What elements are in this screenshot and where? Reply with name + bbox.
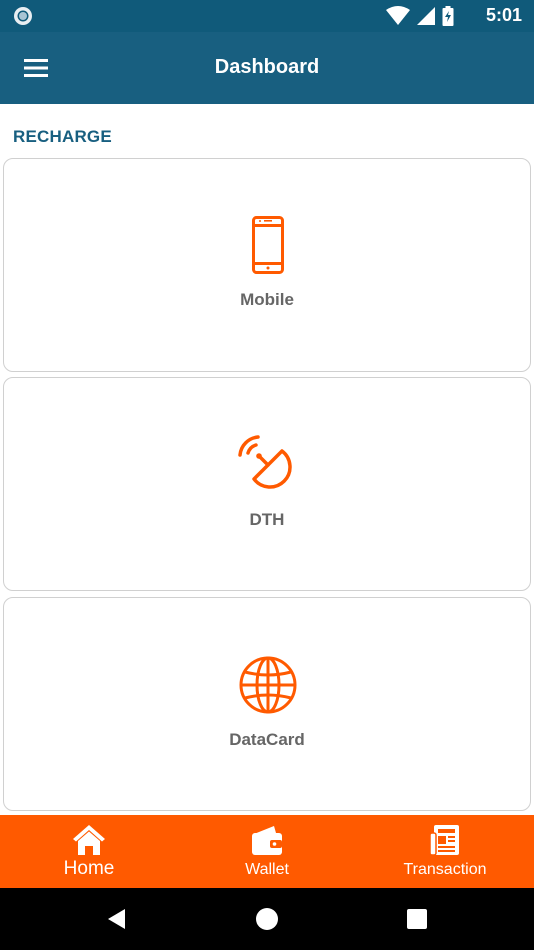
home-icon [73, 825, 105, 855]
back-icon[interactable] [104, 906, 130, 932]
nav-item-transaction[interactable]: Transaction [356, 815, 534, 888]
wallet-icon [252, 826, 282, 855]
datacard-recharge-card[interactable]: DataCard [3, 597, 531, 811]
cellular-signal-icon [417, 7, 435, 25]
nav-item-home[interactable]: Home [0, 815, 178, 888]
globe-icon [239, 656, 297, 714]
nav-item-wallet[interactable]: Wallet [178, 815, 356, 888]
nav-label-home: Home [63, 858, 115, 879]
dth-recharge-card[interactable]: DTH [3, 377, 531, 591]
nav-label-wallet: Wallet [245, 861, 289, 878]
datacard-card-label: DataCard [229, 730, 305, 749]
nav-label-transaction: Transaction [403, 861, 487, 878]
section-title: RECHARGE [13, 127, 112, 146]
mobile-card-label: Mobile [240, 290, 294, 309]
notification-circle-icon [14, 7, 32, 25]
battery-charging-icon [442, 6, 454, 26]
satellite-dish-icon [238, 435, 292, 489]
bottom-navigation: Home Wallet Transaction [0, 815, 534, 888]
mobile-recharge-card[interactable]: Mobile [3, 158, 531, 372]
system-navigation-bar [0, 888, 534, 950]
mobile-phone-icon [252, 216, 284, 274]
home-circle-icon[interactable] [254, 906, 280, 932]
status-bar: 5:01 [0, 0, 534, 32]
dth-card-label: DTH [249, 510, 285, 529]
receipt-icon [429, 825, 459, 856]
page-title: Dashboard [214, 56, 320, 78]
status-time: 5:01 [485, 5, 522, 25]
wifi-icon [386, 6, 410, 25]
app-bar: Dashboard [0, 32, 534, 104]
recents-square-icon[interactable] [404, 906, 430, 932]
